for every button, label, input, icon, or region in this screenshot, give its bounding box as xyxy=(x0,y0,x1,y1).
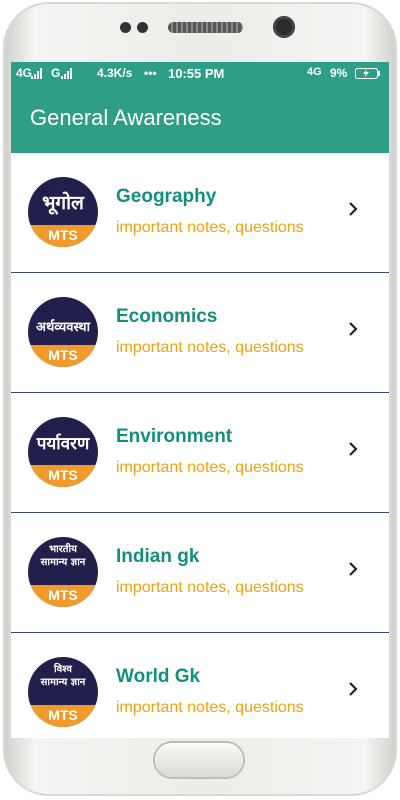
item-title: World Gk xyxy=(116,666,201,687)
net-speed: 4.3K/s xyxy=(97,66,133,80)
sensor-dot xyxy=(120,22,131,33)
screen: 4G G 4.3K/s ••• 10:55 PM 4G 9% General A… xyxy=(11,62,389,738)
signal-bars-icon xyxy=(31,68,42,79)
battery-percent: 9% xyxy=(330,66,348,80)
list-item-world-gk[interactable]: विश्व सामान्य ज्ञान MTS World Gk importa… xyxy=(11,633,389,738)
mts-badge: MTS xyxy=(28,465,98,487)
topic-list: भूगोल MTS Geography important notes, que… xyxy=(11,153,389,738)
list-item-geography[interactable]: भूगोल MTS Geography important notes, que… xyxy=(11,153,389,273)
earpiece-speaker xyxy=(168,22,243,33)
sensor-dot xyxy=(137,22,148,33)
logo-text: विश्व सामान्य ज्ञान xyxy=(40,664,86,688)
item-title: Geography xyxy=(116,186,217,207)
home-button[interactable] xyxy=(155,743,243,777)
item-subtitle: important notes, questions xyxy=(116,219,304,236)
list-item-economics[interactable]: अर्थव्यवस्था MTS Economics important not… xyxy=(11,273,389,393)
more-dots: ••• xyxy=(144,66,157,80)
app-bar: General Awareness xyxy=(11,85,389,153)
signal-1: 4G xyxy=(16,66,33,80)
item-title: Economics xyxy=(116,306,218,327)
environment-logo: पर्यावरण MTS xyxy=(28,417,98,487)
chevron-right-icon xyxy=(349,442,358,456)
chevron-right-icon xyxy=(349,682,358,696)
signal-bars-icon xyxy=(61,68,72,79)
item-subtitle: important notes, questions xyxy=(116,459,304,476)
page-title: General Awareness xyxy=(30,105,222,130)
item-title: Environment xyxy=(116,426,233,447)
geography-logo: भूगोल MTS xyxy=(28,177,98,247)
logo-text: भारतीय सामान्य ज्ञान xyxy=(40,544,86,568)
list-item-indian-gk[interactable]: भारतीय सामान्य ज्ञान MTS Indian gk impor… xyxy=(11,513,389,633)
battery-icon xyxy=(355,68,380,79)
logo-text: अर्थव्यवस्था xyxy=(36,320,90,335)
item-title: Indian gk xyxy=(116,546,200,567)
chevron-right-icon xyxy=(349,562,358,576)
status-bar: 4G G 4.3K/s ••• 10:55 PM 4G 9% xyxy=(11,62,389,85)
item-subtitle: important notes, questions xyxy=(116,699,304,716)
front-camera xyxy=(273,16,295,38)
mts-badge: MTS xyxy=(28,345,98,367)
mts-badge: MTS xyxy=(28,585,98,607)
indian-gk-logo: भारतीय सामान्य ज्ञान MTS xyxy=(28,537,98,607)
logo-text: भूगोल xyxy=(42,192,84,214)
signal-2: G xyxy=(51,66,61,80)
network-type: 4G xyxy=(307,66,322,78)
item-subtitle: important notes, questions xyxy=(116,579,304,596)
chevron-right-icon xyxy=(349,202,358,216)
mts-badge: MTS xyxy=(28,705,98,727)
item-subtitle: important notes, questions xyxy=(116,339,304,356)
clock: 10:55 PM xyxy=(168,66,225,81)
world-gk-logo: विश्व सामान्य ज्ञान MTS xyxy=(28,657,98,727)
list-item-environment[interactable]: पर्यावरण MTS Environment important notes… xyxy=(11,393,389,513)
economics-logo: अर्थव्यवस्था MTS xyxy=(28,297,98,367)
logo-text: पर्यावरण xyxy=(36,434,90,454)
mts-badge: MTS xyxy=(28,225,98,247)
chevron-right-icon xyxy=(349,322,358,336)
